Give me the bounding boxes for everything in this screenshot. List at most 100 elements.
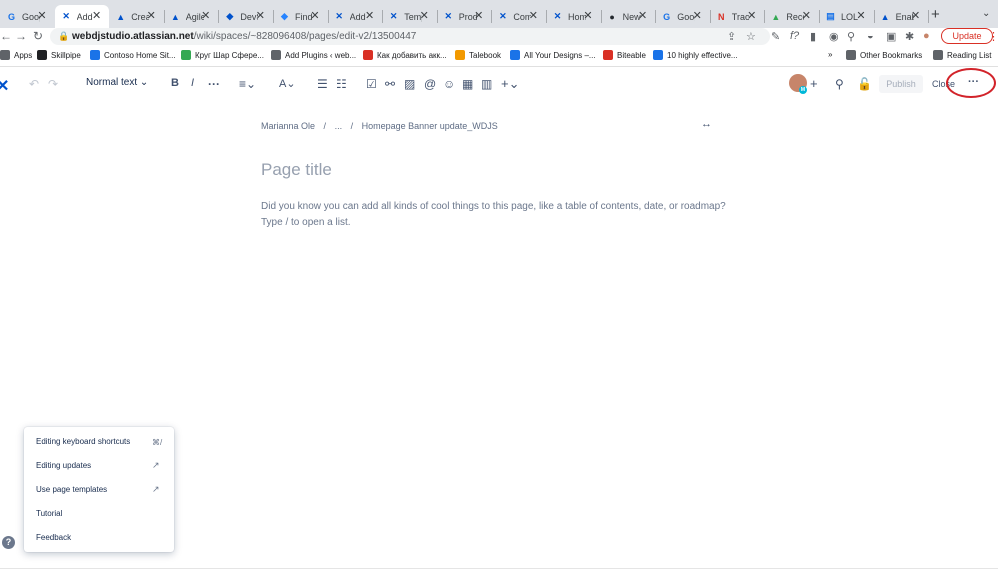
tab-close-icon[interactable]: ✕	[693, 9, 702, 22]
tab-search-chevron-icon[interactable]: ⌄	[982, 8, 990, 19]
image-icon[interactable]: ▨	[404, 77, 415, 91]
tab-close-icon[interactable]: ✕	[911, 9, 920, 22]
browser-tab[interactable]: ▲Rece✕	[764, 5, 819, 28]
browser-tab[interactable]: GGoog✕	[655, 5, 710, 28]
tab-close-icon[interactable]: ✕	[256, 9, 265, 22]
profile-avatar-icon[interactable]: ●	[923, 30, 930, 42]
bookmark-item[interactable]: Biteable	[603, 50, 646, 60]
tab-close-icon[interactable]: ✕	[583, 9, 592, 22]
bookmark-item[interactable]: Skillpipe	[37, 50, 81, 60]
browser-tab[interactable]: ◆ Find ✕	[273, 5, 328, 28]
more-formatting-icon[interactable]: ···	[208, 77, 220, 91]
extensions-puzzle-icon[interactable]: ✱	[905, 30, 914, 43]
reload-icon[interactable]: ↻	[33, 29, 43, 43]
tab-close-icon[interactable]: ✕	[802, 9, 811, 22]
other-bookmarks[interactable]: Other Bookmarks	[846, 50, 922, 60]
link-icon[interactable]: ⚯	[385, 77, 395, 91]
share-icon[interactable]: ⇪	[727, 30, 736, 43]
bookmark-item[interactable]: All Your Designs –...	[510, 50, 596, 60]
tab-close-icon[interactable]: ✕	[474, 9, 483, 22]
insert-more-icon[interactable]: +⌄	[501, 76, 519, 92]
forward-icon[interactable]: →	[15, 29, 27, 43]
browser-tab[interactable]: ✕ Add ✕	[54, 5, 110, 28]
text-color-icon[interactable]: A⌄	[279, 77, 296, 90]
bookmark-item[interactable]: Talebook	[455, 50, 501, 60]
browser-tab[interactable]: ● New ✕	[601, 5, 656, 28]
bookmarks-overflow-button[interactable]: »	[828, 50, 832, 59]
help-icon[interactable]: ?	[2, 536, 15, 549]
text-style-dropdown[interactable]: Normal text ⌄	[86, 77, 148, 88]
new-tab-button[interactable]: +	[931, 6, 940, 23]
browser-tab[interactable]: ◆DevS✕	[218, 5, 273, 28]
browser-tab[interactable]: ▤ LOL ✕	[819, 5, 874, 28]
browser-tab[interactable]: ▲ Agile ✕	[164, 5, 219, 28]
tab-close-icon[interactable]: ✕	[638, 9, 647, 22]
bookmark-item[interactable]: Add Plugins ‹ web...	[271, 50, 356, 60]
menu-item-page-templates[interactable]: Use page templates	[36, 485, 107, 494]
mention-icon[interactable]: @	[424, 77, 436, 91]
bookmark-item[interactable]: Круг Шар Сфере...	[181, 50, 264, 60]
search-extension-icon[interactable]: ⚲	[847, 30, 855, 43]
menu-item-feedback[interactable]: Feedback	[36, 533, 71, 542]
tab-close-icon[interactable]: ✕	[365, 9, 374, 22]
action-item-icon[interactable]: ☑	[366, 77, 377, 91]
browser-tab[interactable]: ▲ Crea ✕	[109, 5, 164, 28]
browser-tab[interactable]: ✕ Com ✕	[491, 5, 546, 28]
italic-icon[interactable]: I	[191, 77, 194, 89]
publish-button[interactable]: Publish	[879, 75, 923, 93]
page-title-input[interactable]: Page title	[261, 160, 332, 180]
menu-item-editing-updates[interactable]: Editing updates	[36, 461, 91, 470]
invite-plus-icon[interactable]: +	[810, 76, 818, 91]
body-placeholder[interactable]: Did you know you can add all kinds of co…	[261, 201, 726, 212]
table-icon[interactable]: ▦	[462, 77, 473, 91]
emoji-icon[interactable]: ☺	[443, 77, 455, 91]
browser-tab[interactable]: ✕ Add ✕	[328, 5, 383, 28]
browser-tab[interactable]: ✕Temp✕	[382, 5, 437, 28]
update-button[interactable]: Update	[941, 28, 993, 44]
formula-extension-icon[interactable]: f?	[790, 30, 799, 42]
tab-close-icon[interactable]: ✕	[420, 9, 429, 22]
tab-close-icon[interactable]: ✕	[92, 9, 101, 22]
back-icon[interactable]: ←	[0, 29, 12, 43]
menu-item-keyboard-shortcuts[interactable]: Editing keyboard shortcuts	[36, 437, 130, 446]
bullet-list-icon[interactable]: ☰	[317, 77, 328, 91]
full-width-toggle-icon[interactable]: ↔	[701, 118, 712, 130]
browser-menu-icon[interactable]: ⋮	[988, 30, 998, 43]
extension-icon-2[interactable]: ◒	[867, 30, 874, 42]
eyedropper-extension-icon[interactable]: ✎	[771, 30, 780, 43]
numbered-list-icon[interactable]: ☷	[336, 77, 347, 91]
breadcrumb-item-ellipsis[interactable]: ...	[335, 121, 343, 131]
menu-item-tutorial[interactable]: Tutorial	[36, 509, 62, 518]
tab-close-icon[interactable]: ✕	[310, 9, 319, 22]
breadcrumb-item-author[interactable]: Marianna Ole	[261, 121, 315, 131]
browser-tab[interactable]: GGoog✕	[0, 5, 55, 28]
tab-close-icon[interactable]: ✕	[147, 9, 156, 22]
bold-icon[interactable]: B	[171, 77, 179, 89]
layouts-icon[interactable]: ▥	[481, 77, 492, 91]
restrictions-lock-icon[interactable]: 🔓	[857, 77, 872, 91]
bookmark-item[interactable]: Apps	[0, 50, 32, 60]
bookmark-item[interactable]: 10 highly effective...	[653, 50, 738, 60]
redo-icon[interactable]: ↷	[48, 77, 58, 91]
browser-tab[interactable]: NTrack✕	[710, 5, 765, 28]
browser-tab[interactable]: ✕ Prod ✕	[437, 5, 492, 28]
search-icon[interactable]: ⚲	[835, 77, 844, 91]
bookmark-item[interactable]: Contoso Home Sit...	[90, 50, 176, 60]
extension-circle-icon[interactable]: ◉	[829, 30, 839, 43]
tab-close-icon[interactable]: ✕	[529, 9, 538, 22]
breadcrumb-item-page[interactable]: Homepage Banner update_WDJS	[362, 121, 498, 131]
tab-close-icon[interactable]: ✕	[856, 9, 865, 22]
bookmark-star-icon[interactable]: ☆	[746, 30, 756, 43]
extension-icon[interactable]: ▮	[810, 30, 816, 43]
address-bar[interactable]: 🔒 webdjstudio.atlassian.net/wiki/spaces/…	[50, 28, 770, 45]
browser-tab[interactable]: ▲Enab✕	[874, 5, 929, 28]
confluence-logo-icon[interactable]: ✕	[0, 76, 9, 96]
undo-icon[interactable]: ↶	[29, 77, 39, 91]
browser-tab[interactable]: ✕ Hom ✕	[546, 5, 601, 28]
reading-list[interactable]: Reading List	[933, 50, 991, 60]
alignment-icon[interactable]: ≡⌄	[239, 77, 256, 91]
tab-close-icon[interactable]: ✕	[37, 9, 46, 22]
tab-close-icon[interactable]: ✕	[747, 9, 756, 22]
tab-close-icon[interactable]: ✕	[201, 9, 210, 22]
bookmark-item[interactable]: Как добавить акк...	[363, 50, 447, 60]
